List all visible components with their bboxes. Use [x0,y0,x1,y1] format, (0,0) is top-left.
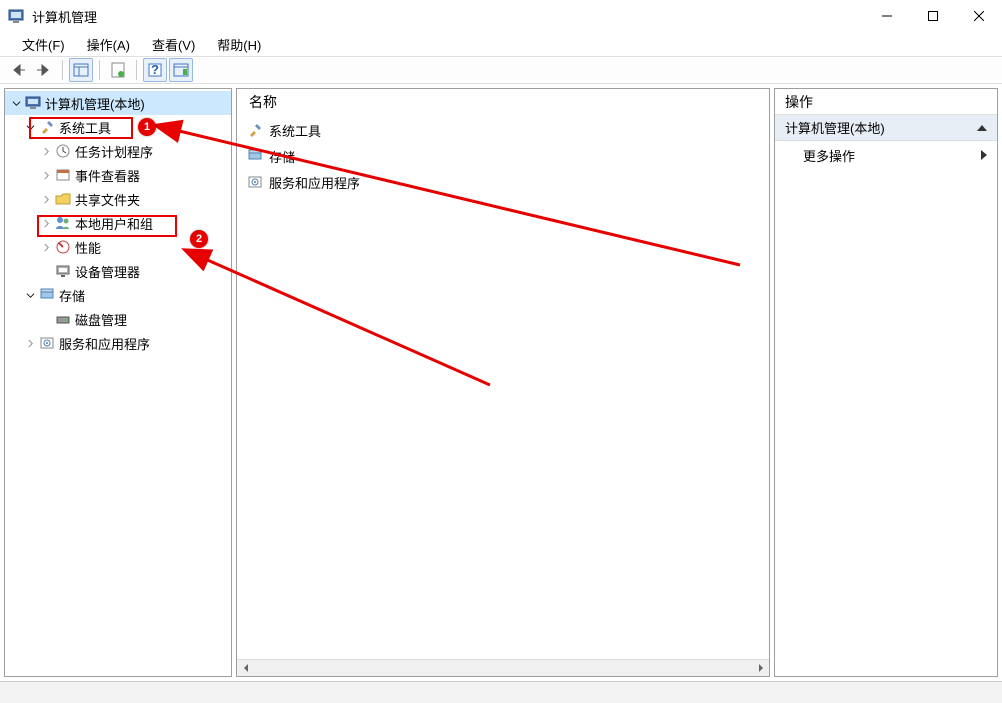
toolbar-separator [99,60,100,80]
statusbar [0,681,1002,703]
tree-root-label: 计算机管理(本地) [45,94,145,113]
event-viewer-icon [55,167,71,183]
annotation-badge-2: 2 [190,230,208,248]
menu-help[interactable]: 帮助(H) [207,33,271,56]
chevron-right-icon [981,150,987,160]
chevron-right-icon[interactable] [39,168,53,182]
chevron-right-icon[interactable] [39,216,53,230]
list-item[interactable]: 服务和应用程序 [237,169,769,195]
users-icon [55,215,71,231]
list-item-label: 存储 [269,147,295,166]
chevron-right-icon[interactable] [39,144,53,158]
tree-shared-folders-label: 共享文件夹 [75,190,140,209]
properties-button[interactable] [106,58,130,82]
app-icon [8,8,24,24]
chevron-down-icon[interactable] [23,288,37,302]
collapse-icon [977,125,987,131]
toolbar: ? [0,56,1002,84]
tree-panel: 计算机管理(本地) 系统工具 任务计划程序 事件查看器 共享文件夹 [4,88,232,677]
tree-disk-management-label: 磁盘管理 [75,310,127,329]
toolbar-separator [62,60,63,80]
column-header-name[interactable]: 名称 [237,89,769,115]
storage-icon [247,148,263,164]
menu-view[interactable]: 查看(V) [142,33,205,56]
forward-button[interactable] [32,58,56,82]
chevron-right-icon[interactable] [39,240,53,254]
tree-storage-label: 存储 [59,286,85,305]
services-icon [247,174,263,190]
scroll-left-button[interactable] [237,660,254,677]
tree-system-tools-label: 系统工具 [59,118,111,137]
tree-task-scheduler-label: 任务计划程序 [75,142,153,161]
computer-management-icon [25,95,41,111]
content-panel: 名称 系统工具 存储 服务和应用程序 [236,88,770,677]
back-button[interactable] [6,58,30,82]
actions-group-title-label: 计算机管理(本地) [785,118,885,137]
tools-icon [247,122,263,138]
list-item-label: 服务和应用程序 [269,173,360,192]
actions-panel: 操作 计算机管理(本地) 更多操作 [774,88,998,677]
chevron-right-icon[interactable] [23,336,37,350]
close-button[interactable] [956,0,1002,32]
disk-icon [55,311,71,327]
window-title: 计算机管理 [32,7,864,26]
menubar: 文件(F) 操作(A) 查看(V) 帮助(H) [0,32,1002,56]
titlebar: 计算机管理 [0,0,1002,32]
actions-more[interactable]: 更多操作 [775,141,997,169]
actions-header: 操作 [775,89,997,115]
maximize-button[interactable] [910,0,956,32]
tree-services-apps-label: 服务和应用程序 [59,334,150,353]
tree-shared-folders[interactable]: 共享文件夹 [5,187,231,211]
clock-icon [55,143,71,159]
show-hide-action-pane-button[interactable] [169,58,193,82]
minimize-button[interactable] [864,0,910,32]
tree-services-apps[interactable]: 服务和应用程序 [5,331,231,355]
tree-event-viewer[interactable]: 事件查看器 [5,163,231,187]
tree-device-manager[interactable]: 设备管理器 [5,259,231,283]
shared-folder-icon [55,191,71,207]
chevron-down-icon[interactable] [23,120,37,134]
tree-disk-management[interactable]: 磁盘管理 [5,307,231,331]
svg-text:?: ? [151,63,159,77]
show-hide-tree-button[interactable] [69,58,93,82]
list-item[interactable]: 存储 [237,143,769,169]
chevron-right-icon[interactable] [39,192,53,206]
device-manager-icon [55,263,71,279]
menu-action[interactable]: 操作(A) [77,33,140,56]
tree-system-tools[interactable]: 系统工具 [5,115,231,139]
list-item[interactable]: 系统工具 [237,117,769,143]
scroll-right-button[interactable] [752,660,769,677]
annotation-badge-1: 1 [138,118,156,136]
tree-event-viewer-label: 事件查看器 [75,166,140,185]
tree-task-scheduler[interactable]: 任务计划程序 [5,139,231,163]
horizontal-scrollbar[interactable] [237,659,769,676]
tree-local-users-groups-label: 本地用户和组 [75,214,153,233]
tree-device-manager-label: 设备管理器 [75,262,140,281]
tree-performance-label: 性能 [75,238,101,257]
performance-icon [55,239,71,255]
tools-icon [39,119,55,135]
toolbar-separator [136,60,137,80]
tree-root[interactable]: 计算机管理(本地) [5,91,231,115]
menu-file[interactable]: 文件(F) [12,33,75,56]
list-item-label: 系统工具 [269,121,321,140]
chevron-down-icon[interactable] [9,96,23,110]
actions-group-title[interactable]: 计算机管理(本地) [775,115,997,141]
services-icon [39,335,55,351]
tree-storage[interactable]: 存储 [5,283,231,307]
actions-more-label: 更多操作 [803,146,855,165]
storage-icon [39,287,55,303]
help-button[interactable]: ? [143,58,167,82]
